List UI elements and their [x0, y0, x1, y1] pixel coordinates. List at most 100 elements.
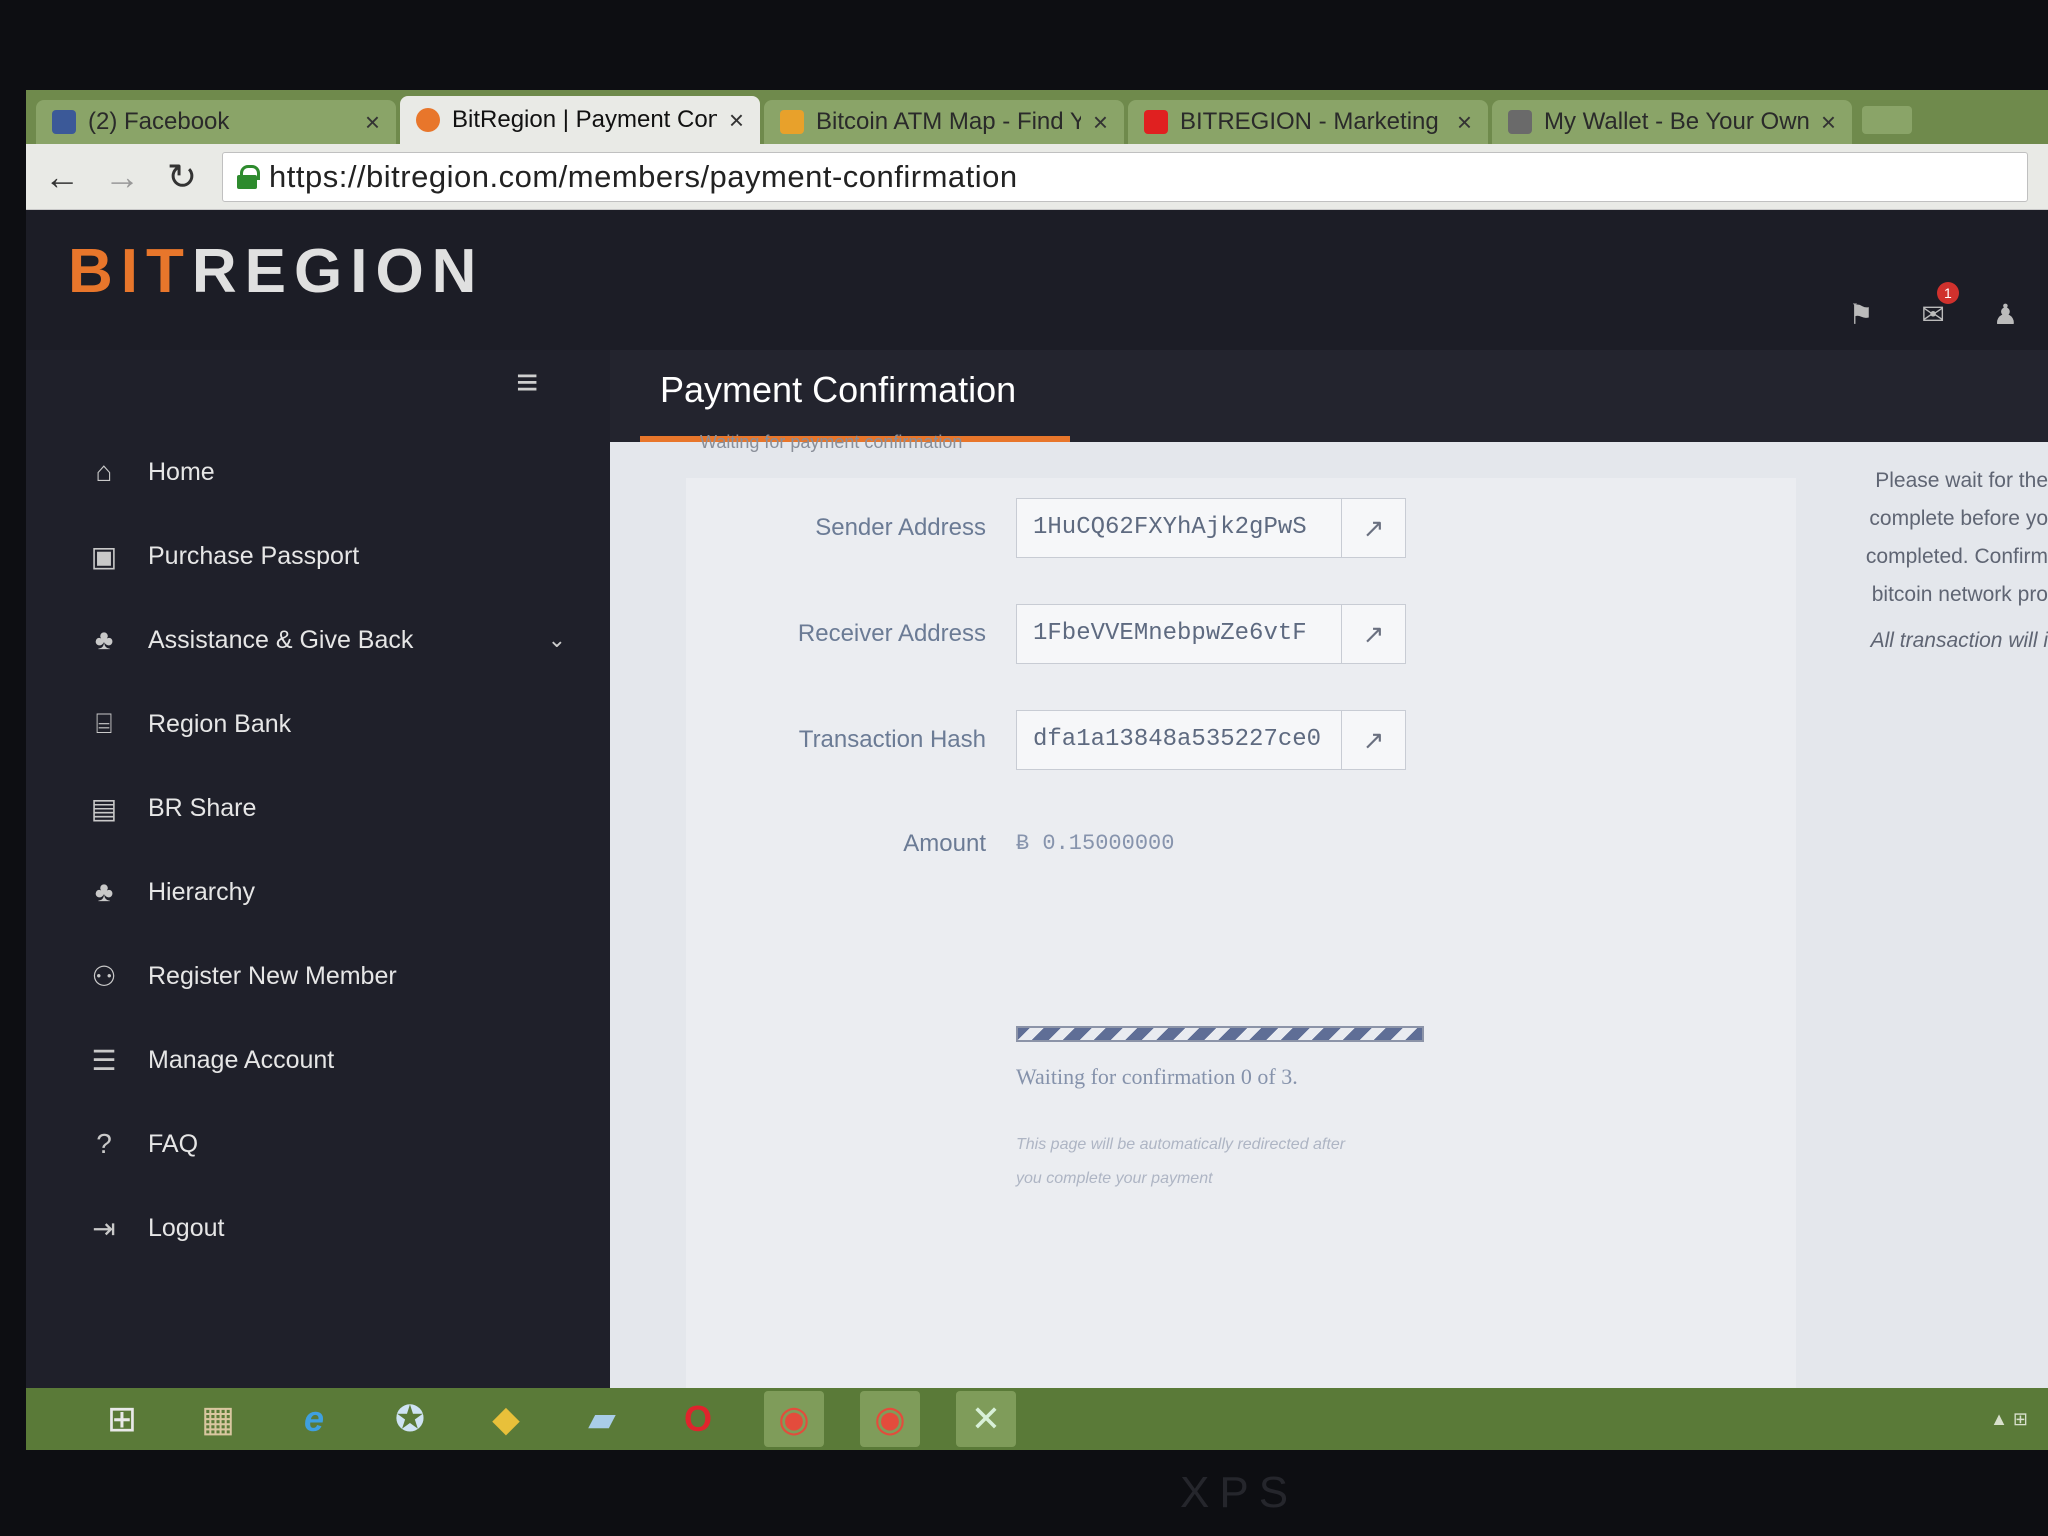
- sidebar-user-banner: [62, 368, 422, 398]
- bluestacks-icon[interactable]: ◆: [476, 1391, 536, 1447]
- close-tab-icon[interactable]: ×: [1457, 107, 1472, 138]
- system-tray[interactable]: ▲ ⊞: [1990, 1409, 2028, 1430]
- sidebar-item-br-share[interactable]: ▤ BR Share: [26, 766, 610, 850]
- payment-form: Sender Address 1HuCQ62FXYhAjk2gPwS ↗ Rec…: [686, 478, 1796, 1398]
- transaction-hash-label: Transaction Hash: [798, 726, 986, 753]
- info-line: Please wait for the: [1875, 469, 2048, 492]
- sidebar-item-manage-account[interactable]: ☰ Manage Account: [26, 1018, 610, 1102]
- forward-arrow-icon[interactable]: →: [102, 156, 142, 198]
- sender-row: Sender Address 1HuCQ62FXYhAjk2gPwS ↗: [686, 498, 1796, 558]
- windows-start-icon[interactable]: ⊞: [92, 1391, 152, 1447]
- chrome-icon[interactable]: ◉: [860, 1391, 920, 1447]
- amount-row: Amount Ƀ 0.15000000: [686, 814, 1796, 874]
- laptop-bezel: (2) Facebook × BitRegion | Payment Confi…: [0, 0, 2048, 1536]
- excel-icon[interactable]: ✕: [956, 1391, 1016, 1447]
- tab-bitcoin-atm-map[interactable]: Bitcoin ATM Map - Find Yo ×: [764, 100, 1124, 144]
- info-line: bitcoin network pro: [1871, 583, 2048, 606]
- address-bar[interactable]: https://bitregion.com/members/payment-co…: [222, 151, 2028, 202]
- sidebar-item-logout[interactable]: ⇥ Logout: [26, 1186, 610, 1270]
- close-tab-icon[interactable]: ×: [365, 107, 380, 138]
- sidebar-item-region-bank[interactable]: ⌸ Region Bank: [26, 682, 610, 766]
- new-tab-button[interactable]: [1862, 106, 1912, 134]
- flag-icon[interactable]: ⚑: [1848, 298, 1873, 331]
- logout-icon: ⇥: [92, 1212, 116, 1244]
- sidebar-item-purchase-passport[interactable]: ▣ Purchase Passport: [26, 514, 610, 598]
- sidebar: ≡ ⌂ Home ▣ Purchase Passport ♣ Assistanc…: [26, 350, 610, 1388]
- tab-facebook[interactable]: (2) Facebook ×: [36, 100, 396, 144]
- external-link-icon[interactable]: ↗: [1341, 499, 1405, 557]
- sidebar-item-assistance-give-back[interactable]: ♣ Assistance & Give Back ⌄: [26, 598, 610, 682]
- passport-icon: ▣: [90, 540, 118, 572]
- briefcase-icon: ▤: [90, 792, 118, 824]
- reload-icon[interactable]: ↻: [162, 156, 202, 198]
- main-content: Payment Confirmation Waiting for payment…: [610, 350, 2048, 1398]
- external-link-icon[interactable]: ↗: [1341, 711, 1405, 769]
- progress-fill: [1018, 1028, 1422, 1040]
- sender-address-group: 1HuCQ62FXYhAjk2gPwS ↗: [1016, 498, 1406, 558]
- opera-icon[interactable]: O: [668, 1391, 728, 1447]
- site-header: BITREGION ⚑ ✉ 1 ♟: [26, 210, 2048, 350]
- browser-toolbar: ← → ↻ https://bitregion.com/members/paym…: [26, 144, 2048, 210]
- hash-row: Transaction Hash dfa1a13848a535227ce0 ↗: [686, 710, 1796, 770]
- close-tab-icon[interactable]: ×: [729, 105, 744, 136]
- sidebar-item-register-new-member[interactable]: ⚇ Register New Member: [26, 934, 610, 1018]
- bitregion-logo[interactable]: BITREGION: [68, 236, 484, 307]
- receiver-address-label: Receiver Address: [797, 620, 986, 647]
- tab-title: BitRegion | Payment Confi: [452, 106, 717, 133]
- sidebar-item-faq[interactable]: ? FAQ: [26, 1102, 610, 1186]
- sidebar-item-label: Assistance & Give Back: [148, 625, 414, 654]
- payment-panel: Waiting for payment confirmation Sender …: [610, 432, 2048, 1398]
- mail-icon[interactable]: ✉ 1: [1921, 282, 1959, 331]
- close-tab-icon[interactable]: ×: [1821, 107, 1836, 138]
- sitemap-icon: ♣: [94, 624, 114, 655]
- home-icon: ⌂: [95, 456, 113, 487]
- confirmation-progress-bar: [1016, 1026, 1424, 1042]
- sidebar-item-label: Purchase Passport: [148, 541, 360, 570]
- bitregion-favicon-icon: [416, 108, 440, 132]
- chevron-down-icon[interactable]: ⌄: [548, 627, 566, 653]
- info-line: completed. Confirm: [1865, 545, 2048, 568]
- hamburger-menu-icon[interactable]: ≡: [516, 362, 538, 405]
- hierarchy-icon: ♣: [94, 876, 114, 907]
- url-text: https://bitregion.com/members/payment-co…: [269, 158, 1018, 194]
- sidebar-menu: ⌂ Home ▣ Purchase Passport ♣ Assistance …: [26, 430, 610, 1270]
- question-icon: ?: [96, 1128, 112, 1159]
- sidebar-item-label: Manage Account: [148, 1045, 335, 1074]
- info-line: complete before yo: [1869, 507, 2048, 530]
- sender-address-field[interactable]: 1HuCQ62FXYhAjk2gPwS: [1017, 499, 1341, 557]
- amount-label: Amount: [903, 830, 986, 857]
- secure-lock-icon: [237, 164, 260, 189]
- tab-title: (2) Facebook: [88, 108, 230, 135]
- external-link-icon[interactable]: ↗: [1341, 605, 1405, 663]
- notes-icon[interactable]: ▰: [572, 1391, 632, 1447]
- back-arrow-icon[interactable]: ←: [42, 156, 82, 198]
- close-tab-icon[interactable]: ×: [1093, 107, 1108, 138]
- sidebar-item-hierarchy[interactable]: ♣ Hierarchy: [26, 850, 610, 934]
- tab-title: My Wallet - Be Your Own: [1544, 108, 1809, 135]
- user-icon[interactable]: ♟: [1993, 298, 2018, 331]
- redirect-note: This page will be automatically redirect…: [1016, 1136, 1346, 1187]
- tab-title: Bitcoin ATM Map - Find Yo: [816, 108, 1081, 135]
- tab-my-wallet[interactable]: My Wallet - Be Your Own ×: [1492, 100, 1852, 144]
- amount-value: Ƀ 0.15000000: [1016, 831, 1175, 856]
- sidebar-item-label: Home: [148, 457, 215, 486]
- chrome-icon[interactable]: ◉: [764, 1391, 824, 1447]
- skype-icon[interactable]: ✪: [380, 1391, 440, 1447]
- file-explorer-icon[interactable]: ▦: [188, 1391, 248, 1447]
- add-user-icon: ⚇: [91, 960, 117, 992]
- notification-badge: 1: [1936, 282, 1959, 304]
- transaction-hash-field[interactable]: dfa1a13848a535227ce0: [1017, 711, 1341, 769]
- receiver-address-field[interactable]: 1FbeVVEMnebpwZe6vtF: [1017, 605, 1341, 663]
- web-page: BITREGION ⚑ ✉ 1 ♟ ≡ ⌂ Home ▣ Purchase Pa…: [26, 210, 2048, 1398]
- header-icons: ⚑ ✉ 1 ♟: [1848, 282, 2018, 331]
- tab-bitregion-marketing[interactable]: BITREGION - Marketing Pl ×: [1128, 100, 1488, 144]
- windows-taskbar: ⊞ ▦ e ✪ ◆ ▰ O ◉ ◉ ✕ ▲ ⊞: [26, 1388, 2048, 1450]
- page-title: Payment Confirmation: [660, 369, 1017, 410]
- tab-bitregion-payment[interactable]: BitRegion | Payment Confi ×: [400, 96, 760, 144]
- confirmation-status-text: Waiting for confirmation 0 of 3.: [1016, 1064, 1298, 1089]
- sidebar-item-home[interactable]: ⌂ Home: [26, 430, 610, 514]
- internet-explorer-icon[interactable]: e: [284, 1391, 344, 1447]
- sidebar-item-label: Region Bank: [148, 709, 292, 738]
- tab-waiting-label[interactable]: Waiting for payment confirmation: [700, 432, 962, 453]
- sidebar-item-label: Hierarchy: [148, 877, 255, 906]
